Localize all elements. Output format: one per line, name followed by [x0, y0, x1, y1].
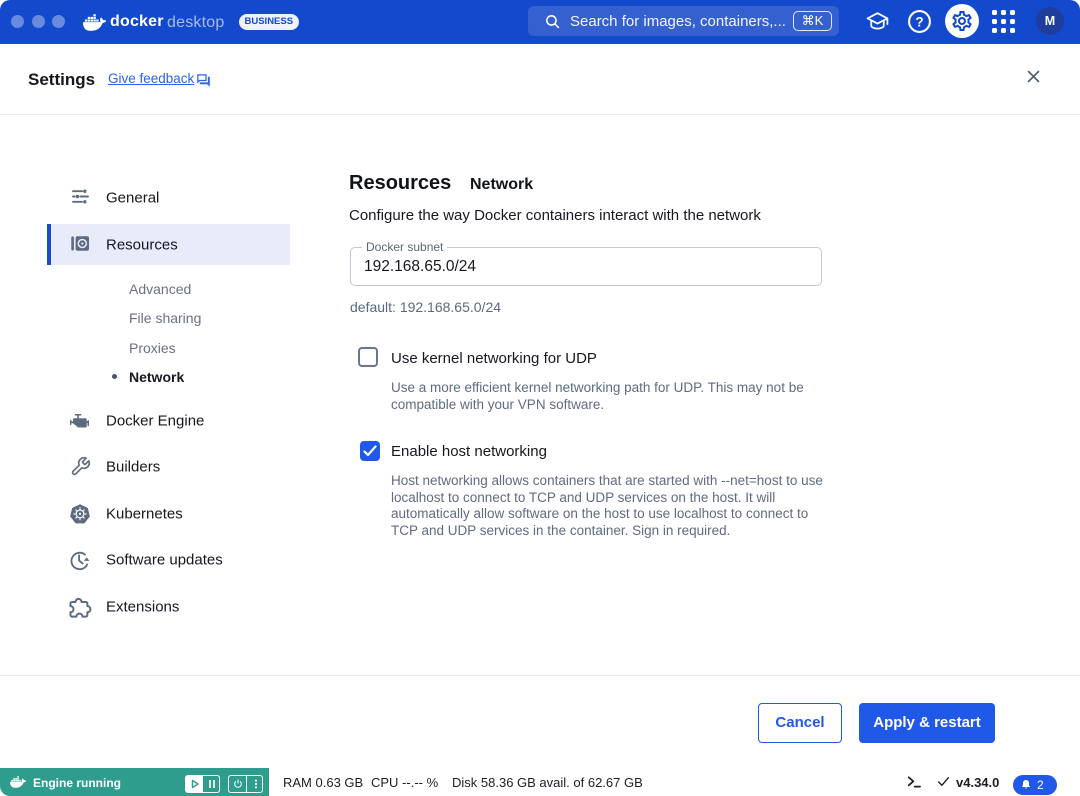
svg-text:?: ? — [915, 14, 923, 29]
